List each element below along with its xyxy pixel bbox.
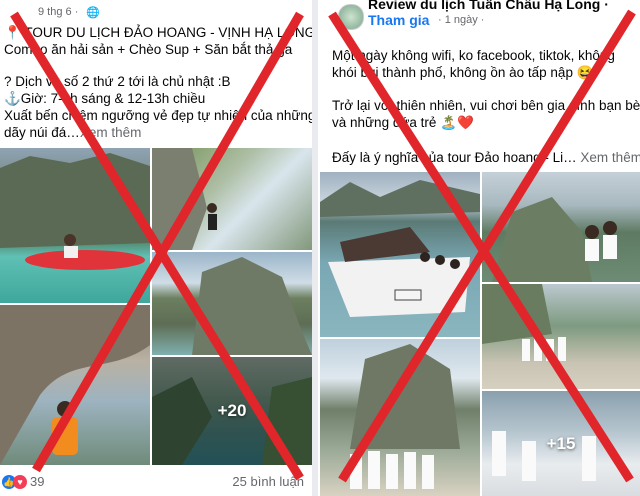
post-line-4: Trở lại với thiên nhiên, vui chơi bên gi…	[332, 98, 640, 113]
post-line-2: Combo ăn hải sản + Chèo Sup + Săn bắt th…	[4, 42, 293, 57]
group-name[interactable]: Review du lịch Tuần Châu Hạ Long ·	[368, 0, 609, 12]
post-line-1: 📍 TOUR DU LỊCH ĐẢO HOANG - VỊNH HẠ LONG	[4, 25, 312, 40]
heart-icon: ♥	[13, 473, 27, 489]
photo-rock-arch[interactable]	[152, 148, 312, 250]
left-post: 9 thg 6 · 🌐 📍 TOUR DU LỊCH ĐẢO HOANG - V…	[0, 0, 312, 496]
post-footer: 👍 ♥ 39 25 bình luận	[0, 466, 312, 496]
photo-kayak-lagoon[interactable]	[0, 148, 150, 303]
rock-group-scene	[350, 344, 460, 489]
see-more-link[interactable]: Xem thêm	[580, 150, 640, 165]
photo-speedboat[interactable]	[320, 172, 480, 337]
post-line-1: Một ngày không wifi, ko facebook, tiktok…	[332, 48, 615, 63]
post-line-5: ⚓Giờ: 7-8h sáng & 12-13h chiều	[4, 91, 206, 106]
more-photos-overlay[interactable]: +20	[152, 357, 312, 465]
reaction-count[interactable]: 39	[30, 474, 44, 489]
kayak-scene	[0, 153, 150, 303]
rock-scene	[152, 148, 217, 250]
cliff-scene	[192, 257, 312, 355]
photo-bay-view[interactable]: +20	[152, 357, 312, 465]
photo-group-cliff[interactable]	[482, 172, 640, 282]
cave-scene	[0, 305, 150, 465]
more-photos-overlay[interactable]: +15	[482, 391, 640, 496]
right-post: Review du lịch Tuần Châu Hạ Long · Tham …	[318, 0, 640, 496]
group-scene	[492, 197, 617, 282]
post-line-7: Đấy là ý nghĩa của tour Đảo hoang - Li… …	[332, 150, 640, 165]
see-more-link[interactable]: Xem thêm	[80, 125, 142, 140]
post-line-6: Xuất bến chiêm ngưỡng vẻ đẹp tự nhiên củ…	[4, 108, 312, 123]
post-line-7: dãy núi đá…Xem thêm	[4, 125, 142, 140]
post-line-2: khói bụi thành phố, không ồn ào tấp nập …	[332, 65, 594, 80]
beach-scene	[482, 284, 566, 361]
globe-icon: 🌐	[86, 7, 100, 19]
photo-boat-deck[interactable]: +15	[482, 391, 640, 496]
post-date[interactable]: 9 thg 6 ·	[38, 6, 78, 18]
photo-rock-group[interactable]	[320, 339, 480, 496]
boat-scene	[320, 180, 480, 317]
post-line-5: và những đứa trẻ 🏝️❤️	[332, 115, 474, 130]
join-button[interactable]: Tham gia	[368, 12, 429, 28]
comment-count[interactable]: 25 bình luận	[232, 474, 304, 489]
post-line-4: ? Dịch vụ số 2 thứ 2 tới là chủ nhật :B	[4, 74, 231, 89]
photo-beach-group[interactable]	[482, 284, 640, 389]
group-avatar[interactable]	[338, 4, 364, 30]
photo-limestone-cliff[interactable]	[152, 252, 312, 355]
post-time[interactable]: · 1 ngày ·	[438, 14, 484, 26]
photo-cave-person[interactable]	[0, 305, 150, 465]
